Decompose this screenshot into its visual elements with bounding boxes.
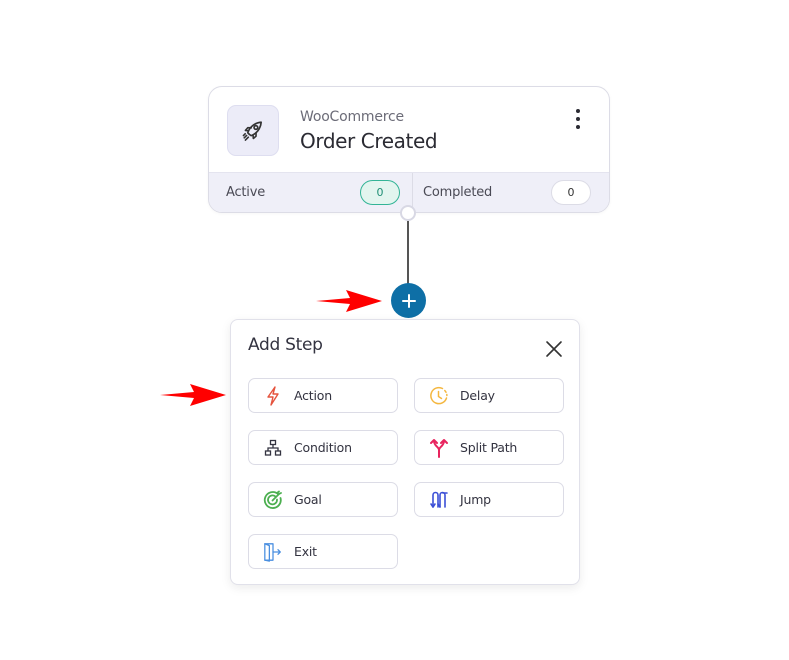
lightning-icon: [263, 385, 283, 406]
split-arrows-icon: [429, 438, 449, 458]
step-label: Split Path: [460, 440, 518, 455]
popover-title: Add Step: [248, 335, 323, 355]
completed-count-badge[interactable]: 0: [551, 180, 591, 205]
step-label: Condition: [294, 440, 352, 455]
close-icon[interactable]: [545, 340, 563, 358]
kebab-menu-icon[interactable]: [573, 109, 583, 129]
target-icon: [263, 490, 283, 510]
hierarchy-icon: [263, 438, 283, 458]
step-exit-button[interactable]: Exit: [248, 534, 398, 569]
step-goal-button[interactable]: Goal: [248, 482, 398, 517]
step-split-path-button[interactable]: Split Path: [414, 430, 564, 465]
step-label: Action: [294, 388, 332, 403]
step-delay-button[interactable]: Delay: [414, 378, 564, 413]
exit-door-icon: [263, 542, 283, 562]
annotation-arrow-add-button: [316, 290, 382, 312]
plus-icon: [401, 293, 416, 308]
clock-icon: [429, 386, 449, 406]
jump-icon: [429, 490, 449, 510]
step-label: Delay: [460, 388, 495, 403]
stat-label: Completed: [423, 185, 493, 200]
add-step-button[interactable]: [391, 283, 426, 318]
stat-completed: Completed 0: [412, 173, 609, 212]
trigger-card[interactable]: WooCommerce Order Created Active 0 Compl…: [208, 86, 610, 213]
step-action-button[interactable]: Action: [248, 378, 398, 413]
step-label: Goal: [294, 492, 322, 507]
step-label: Exit: [294, 544, 317, 559]
step-label: Jump: [460, 492, 491, 507]
connector-node: [400, 205, 416, 221]
trigger-source: WooCommerce: [300, 109, 404, 125]
stat-active: Active 0: [209, 173, 412, 212]
annotation-arrow-action: [160, 384, 226, 406]
add-step-popover: Add Step Action Delay Condition Split Pa…: [230, 319, 580, 585]
active-count-badge[interactable]: 0: [360, 180, 400, 205]
step-condition-button[interactable]: Condition: [248, 430, 398, 465]
trigger-header: WooCommerce Order Created: [209, 87, 609, 173]
step-jump-button[interactable]: Jump: [414, 482, 564, 517]
trigger-title: Order Created: [300, 129, 438, 153]
connector-line: [407, 221, 409, 288]
stat-label: Active: [226, 185, 266, 200]
rocket-icon: [227, 105, 279, 156]
